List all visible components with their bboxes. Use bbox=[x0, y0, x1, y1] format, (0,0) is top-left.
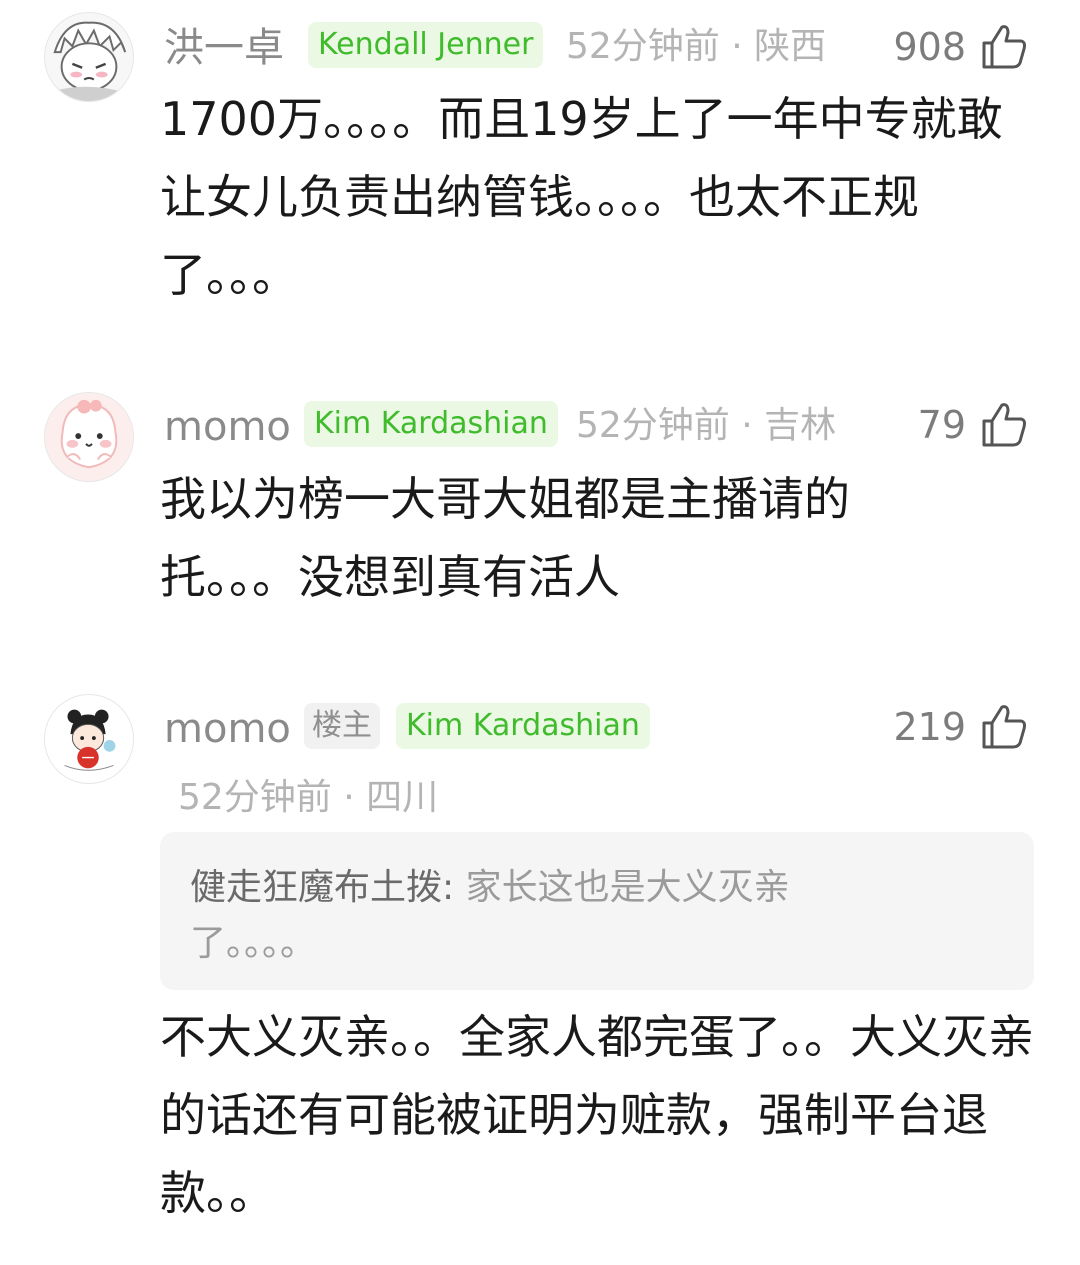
comment-text: 不大义灭亲。。全家人都完蛋了。。大义灭亲的话还有可能被证明为赃款，强制平台退款。… bbox=[160, 1010, 1034, 1220]
location: 陕西 bbox=[754, 26, 827, 67]
like-count: 908 bbox=[893, 25, 966, 69]
comment-meta: 52分钟前 · 吉林 bbox=[576, 408, 836, 444]
quote-content: 健走狂魔布土拨: 家长这也是大义灭亲了。。。。 bbox=[190, 860, 840, 972]
avatar[interactable] bbox=[44, 392, 134, 482]
fan-badge[interactable]: Kim Kardashian bbox=[396, 703, 650, 749]
comment-text: 1700万。。。。而且19岁上了一年中专就敢让女儿负责出纳管钱。。。。也太不正规… bbox=[160, 92, 1003, 302]
thumbs-up-icon bbox=[982, 403, 1026, 447]
like-button[interactable]: 79 bbox=[918, 398, 1030, 452]
quote-colon: : bbox=[442, 867, 466, 908]
separator-dot: · bbox=[343, 777, 355, 818]
like-count: 79 bbox=[917, 403, 966, 447]
anime-boy-avatar-icon bbox=[45, 13, 133, 101]
chibi-girl-avatar-icon bbox=[45, 695, 133, 783]
quoted-reply[interactable]: 健走狂魔布土拨: 家长这也是大义灭亲了。。。。 bbox=[160, 832, 1034, 990]
like-button[interactable]: 219 bbox=[893, 700, 1030, 754]
timestamp: 52分钟前 bbox=[566, 26, 720, 67]
like-count: 219 bbox=[893, 705, 966, 749]
comment-text-line: 我以为榜一大哥大姐都是主播请的 bbox=[160, 472, 850, 526]
comment-meta: 52分钟前 · 陕西 bbox=[566, 29, 826, 65]
avatar[interactable] bbox=[44, 12, 134, 102]
quote-author[interactable]: 健走狂魔布土拨 bbox=[190, 867, 442, 908]
thumbs-up-icon bbox=[982, 705, 1026, 749]
location: 吉林 bbox=[764, 405, 837, 446]
avatar[interactable] bbox=[44, 694, 134, 784]
thumbs-up-icon bbox=[982, 25, 1026, 69]
separator-dot: · bbox=[731, 26, 743, 67]
pink-blob-avatar-icon bbox=[45, 393, 133, 481]
comment-text: 我以为榜一大哥大姐都是主播请的 托。。。没想到真有活人 bbox=[160, 460, 1040, 616]
timestamp: 52分钟前 bbox=[576, 405, 730, 446]
comment-meta: 52分钟前 · 四川 bbox=[178, 780, 438, 816]
username[interactable]: momo bbox=[164, 407, 291, 447]
username[interactable]: 洪一卓 bbox=[164, 28, 284, 68]
separator-dot: · bbox=[741, 405, 753, 446]
comment-text-line: 托。。。没想到真有活人 bbox=[160, 550, 620, 604]
like-button[interactable]: 908 bbox=[893, 20, 1030, 74]
fan-badge[interactable]: Kim Kardashian bbox=[304, 401, 558, 447]
op-badge: 楼主 bbox=[304, 703, 380, 749]
username[interactable]: momo bbox=[164, 709, 291, 749]
timestamp: 52分钟前 bbox=[178, 777, 332, 818]
location: 四川 bbox=[366, 777, 439, 818]
fan-badge[interactable]: Kendall Jenner bbox=[308, 22, 544, 68]
